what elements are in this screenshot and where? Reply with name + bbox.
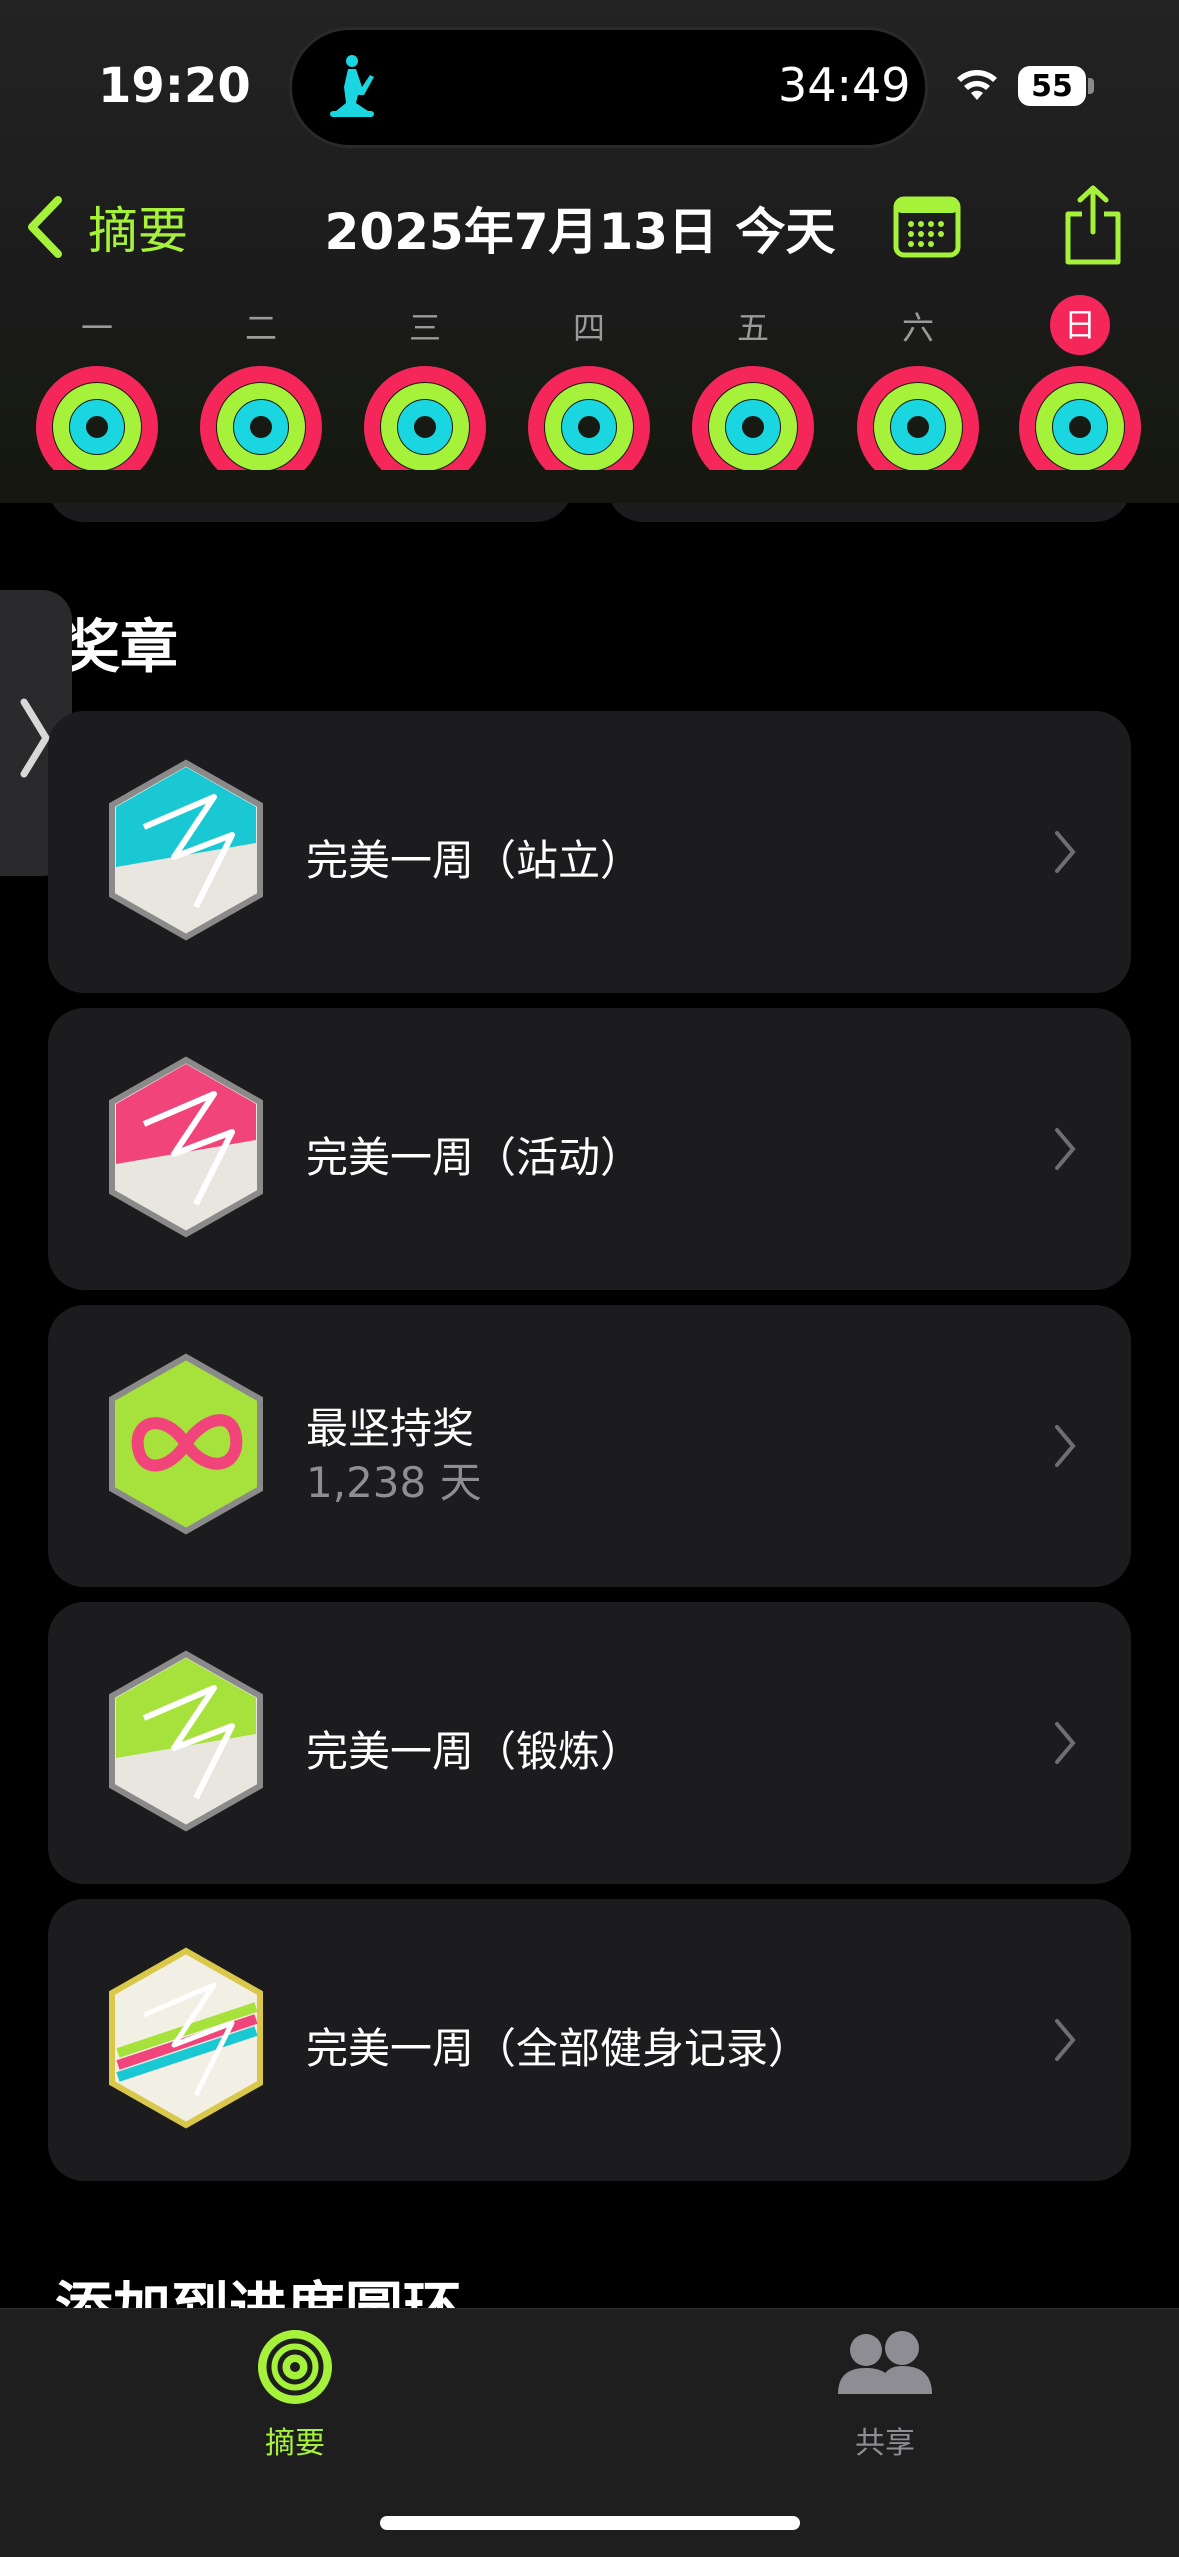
people-icon bbox=[838, 2331, 932, 2394]
home-indicator[interactable] bbox=[380, 2516, 800, 2530]
elliptical-workout-icon bbox=[330, 55, 374, 117]
battery-indicator: 55 bbox=[1018, 66, 1094, 106]
weekday-label: 一 bbox=[80, 309, 113, 347]
longest-streak-badge-icon bbox=[109, 1353, 263, 1535]
weekday-label: 五 bbox=[736, 309, 769, 347]
status-time: 19:20 bbox=[98, 58, 251, 114]
chevron-right-icon bbox=[1055, 1722, 1076, 1764]
back-button[interactable]: 摘要 bbox=[24, 190, 188, 264]
weekday-label-today[interactable]: 日 bbox=[1050, 295, 1110, 355]
header-background bbox=[0, 470, 1179, 503]
weekday-label: 六 bbox=[901, 309, 934, 347]
tab-summary[interactable]: 摘要 bbox=[200, 2320, 390, 2461]
chevron-right-icon bbox=[1055, 2019, 1076, 2061]
award-card[interactable]: 最坚持奖 1,238 天 bbox=[48, 1305, 1131, 1587]
back-label: 摘要 bbox=[88, 202, 188, 260]
chevron-right-icon bbox=[20, 698, 50, 778]
award-title: 完美一周（全部健身记录） bbox=[306, 2024, 811, 2073]
award-card[interactable]: 完美一周（活动） bbox=[48, 1008, 1131, 1290]
award-title: 完美一周（锻炼） bbox=[306, 1727, 643, 1776]
perfect-week-all-badge-icon bbox=[109, 1947, 263, 2129]
award-title: 最坚持奖 bbox=[306, 1404, 475, 1453]
chevron-right-icon bbox=[1055, 1128, 1076, 1170]
battery-level: 55 bbox=[1018, 66, 1086, 106]
chevron-right-icon bbox=[1055, 1425, 1076, 1467]
perfect-week-stand-badge-icon bbox=[109, 759, 263, 941]
award-card[interactable]: 完美一周（站立） bbox=[48, 711, 1131, 993]
award-title: 完美一周（活动） bbox=[306, 1133, 643, 1182]
activity-rings-icon bbox=[258, 2330, 332, 2404]
award-title: 完美一周（站立） bbox=[306, 836, 643, 885]
award-card[interactable]: 完美一周（全部健身记录） bbox=[48, 1899, 1131, 2181]
perfect-week-exercise-badge-icon bbox=[109, 1650, 263, 1832]
tab-summary-label: 摘要 bbox=[265, 2426, 325, 2461]
weekday-label: 二 bbox=[244, 309, 277, 347]
wifi-icon bbox=[957, 70, 997, 100]
page-title: 2025年7月13日 今天 bbox=[324, 203, 836, 261]
weekday-label: 四 bbox=[572, 309, 605, 347]
tab-sharing[interactable]: 共享 bbox=[790, 2320, 980, 2461]
calendar-icon[interactable] bbox=[893, 196, 961, 258]
award-card[interactable]: 完美一周（锻炼） bbox=[48, 1602, 1131, 1884]
tab-sharing-label: 共享 bbox=[855, 2426, 915, 2461]
chevron-right-icon bbox=[1055, 831, 1076, 873]
award-subtitle: 1,238 天 bbox=[306, 1458, 482, 1507]
share-icon[interactable] bbox=[1062, 184, 1124, 266]
awards-section-title: 奖章 bbox=[62, 613, 179, 681]
chevron-left-icon bbox=[28, 196, 62, 258]
weekday-label: 三 bbox=[408, 309, 441, 347]
perfect-week-move-badge-icon bbox=[109, 1056, 263, 1238]
workout-timer: 34:49 bbox=[778, 58, 911, 112]
